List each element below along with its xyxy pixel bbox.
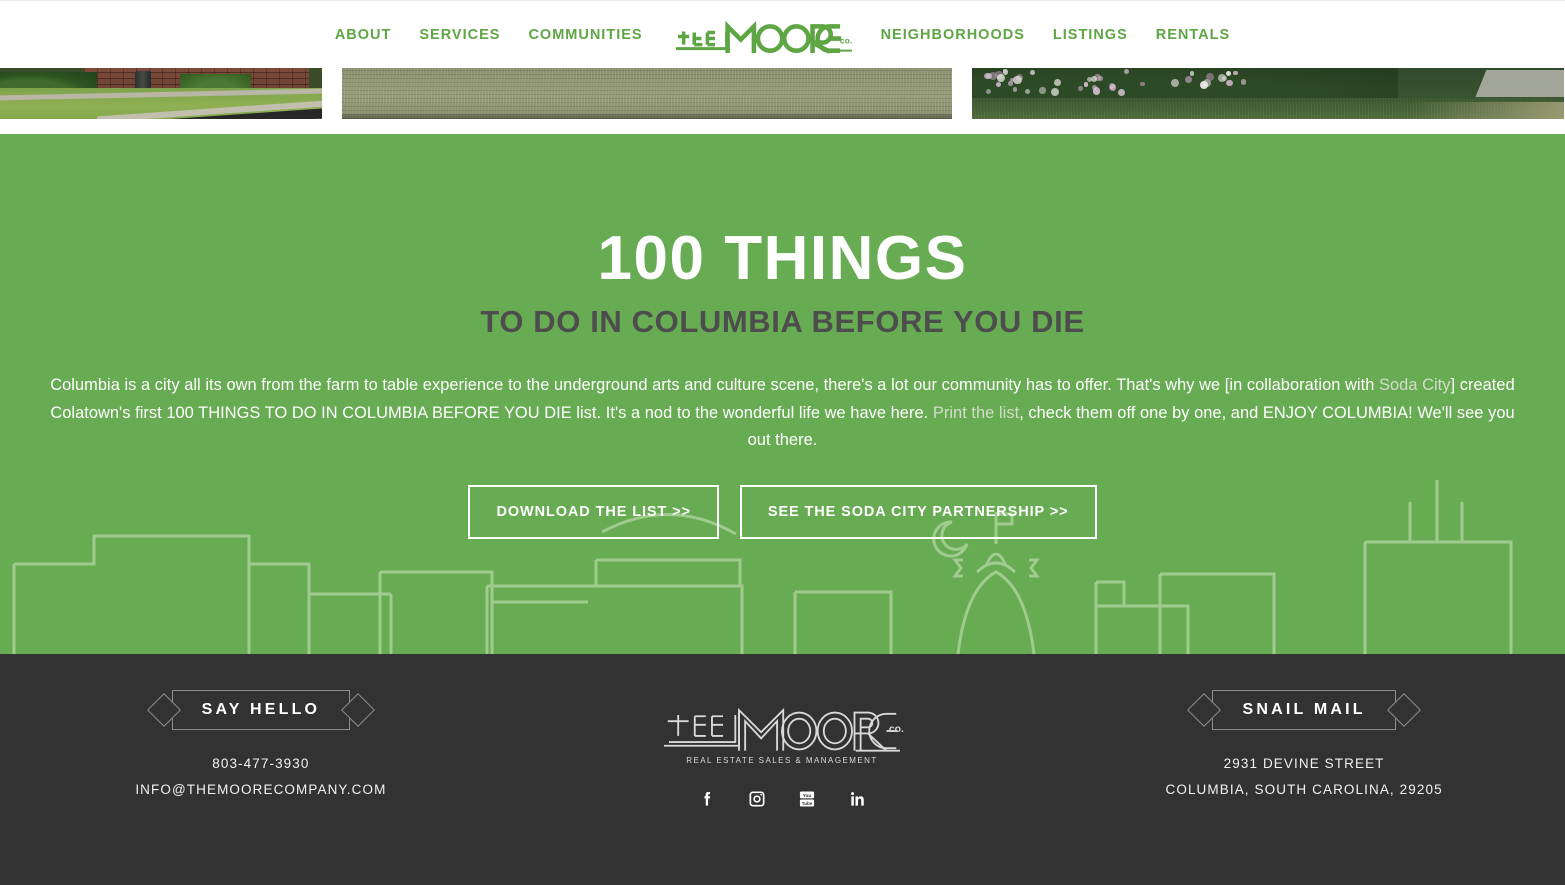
footer-contact-column: SAY HELLO 803-477-3930 INFO@THEMOORECOMP… xyxy=(0,690,522,797)
hero-paragraph: Columbia is a city all its own from the … xyxy=(38,372,1528,455)
see-soda-city-partnership-button[interactable]: SEE THE SODA CITY PARTNERSHIP >> xyxy=(740,485,1097,539)
hero-content: 100 THINGS TO DO IN COLUMBIA BEFORE YOU … xyxy=(0,134,1565,539)
nav-item-rentals[interactable]: RENTALS xyxy=(1142,21,1244,49)
say-hello-label: SAY HELLO xyxy=(202,701,321,718)
photo-2-shadow-edge xyxy=(342,114,952,119)
photo-3-dry-grass xyxy=(1410,102,1564,119)
footer-address-column: SNAIL MAIL 2931 DEVINE STREET COLUMBIA, … xyxy=(1043,690,1565,797)
page-subtitle: TO DO IN COLUMBIA BEFORE YOU DIE xyxy=(0,304,1565,340)
page-title: 100 THINGS xyxy=(0,228,1565,290)
svg-text:co.: co. xyxy=(889,724,904,735)
svg-text:co.: co. xyxy=(839,35,851,45)
snail-mail-label: SNAIL MAIL xyxy=(1242,701,1365,718)
nav-item-about[interactable]: ABOUT xyxy=(321,21,406,49)
footer-logo-tagline: REAL ESTATE SALES & MANAGEMENT xyxy=(687,756,879,765)
say-hello-heading: SAY HELLO xyxy=(150,690,373,730)
svg-text:You: You xyxy=(803,793,812,798)
hero-section: 100 THINGS TO DO IN COLUMBIA BEFORE YOU … xyxy=(0,134,1565,654)
main-navigation: ABOUT SERVICES COMMUNITIES co. NEIGHBORH… xyxy=(0,0,1565,68)
download-the-list-button[interactable]: DOWNLOAD THE LIST >> xyxy=(468,485,718,539)
footer-brand-column: co. REAL ESTATE SALES & MANAGEMENT You T… xyxy=(522,690,1044,810)
nav-item-listings[interactable]: LISTINGS xyxy=(1039,21,1142,49)
gallery-photo-2[interactable] xyxy=(342,68,952,119)
site-logo[interactable]: co. xyxy=(671,13,853,57)
footer-email: INFO@THEMOORECOMPANY.COM xyxy=(0,782,522,797)
paragraph-part-1: Columbia is a city all its own from the … xyxy=(50,376,1379,394)
phone-link[interactable]: 803-477-3930 xyxy=(212,756,309,771)
hero-button-group: DOWNLOAD THE LIST >> SEE THE SODA CITY P… xyxy=(0,485,1565,539)
nav-item-neighborhoods[interactable]: NEIGHBORHOODS xyxy=(867,21,1039,49)
nav-left-group: ABOUT SERVICES COMMUNITIES xyxy=(321,21,657,49)
email-link[interactable]: INFO@THEMOORECOMPANY.COM xyxy=(135,782,386,797)
nav-item-communities[interactable]: COMMUNITIES xyxy=(514,21,656,49)
instagram-icon[interactable] xyxy=(746,788,768,810)
page-root: ABOUT SERVICES COMMUNITIES co. NEIGHBORH… xyxy=(0,0,1565,885)
photo-gallery-strip xyxy=(0,68,1565,134)
youtube-icon[interactable]: You Tube xyxy=(796,788,818,810)
gallery-photo-1[interactable] xyxy=(0,68,322,119)
footer-phone: 803-477-3930 xyxy=(0,756,522,771)
photo-3-flowers xyxy=(984,69,1244,89)
soda-city-link[interactable]: Soda City xyxy=(1379,376,1451,394)
svg-text:Tube: Tube xyxy=(802,801,813,806)
social-links: You Tube xyxy=(522,788,1044,810)
snail-mail-heading: SNAIL MAIL xyxy=(1190,690,1417,730)
linkedin-icon[interactable] xyxy=(846,788,868,810)
nav-item-services[interactable]: SERVICES xyxy=(405,21,514,49)
photo-3-walkway xyxy=(1476,70,1564,97)
footer-logo[interactable]: co. REAL ESTATE SALES & MANAGEMENT xyxy=(522,694,1044,768)
facebook-icon[interactable] xyxy=(696,788,718,810)
footer-address-line-2: COLUMBIA, SOUTH CAROLINA, 29205 xyxy=(1043,782,1565,797)
print-the-list-link[interactable]: Print the list xyxy=(933,404,1019,422)
nav-right-group: NEIGHBORHOODS LISTINGS RENTALS xyxy=(867,21,1245,49)
photo-2-turf xyxy=(342,68,952,119)
footer-address-line-1: 2931 DEVINE STREET xyxy=(1043,756,1565,771)
gallery-photo-3[interactable] xyxy=(972,68,1564,119)
site-footer: SAY HELLO 803-477-3930 INFO@THEMOORECOMP… xyxy=(0,654,1565,885)
